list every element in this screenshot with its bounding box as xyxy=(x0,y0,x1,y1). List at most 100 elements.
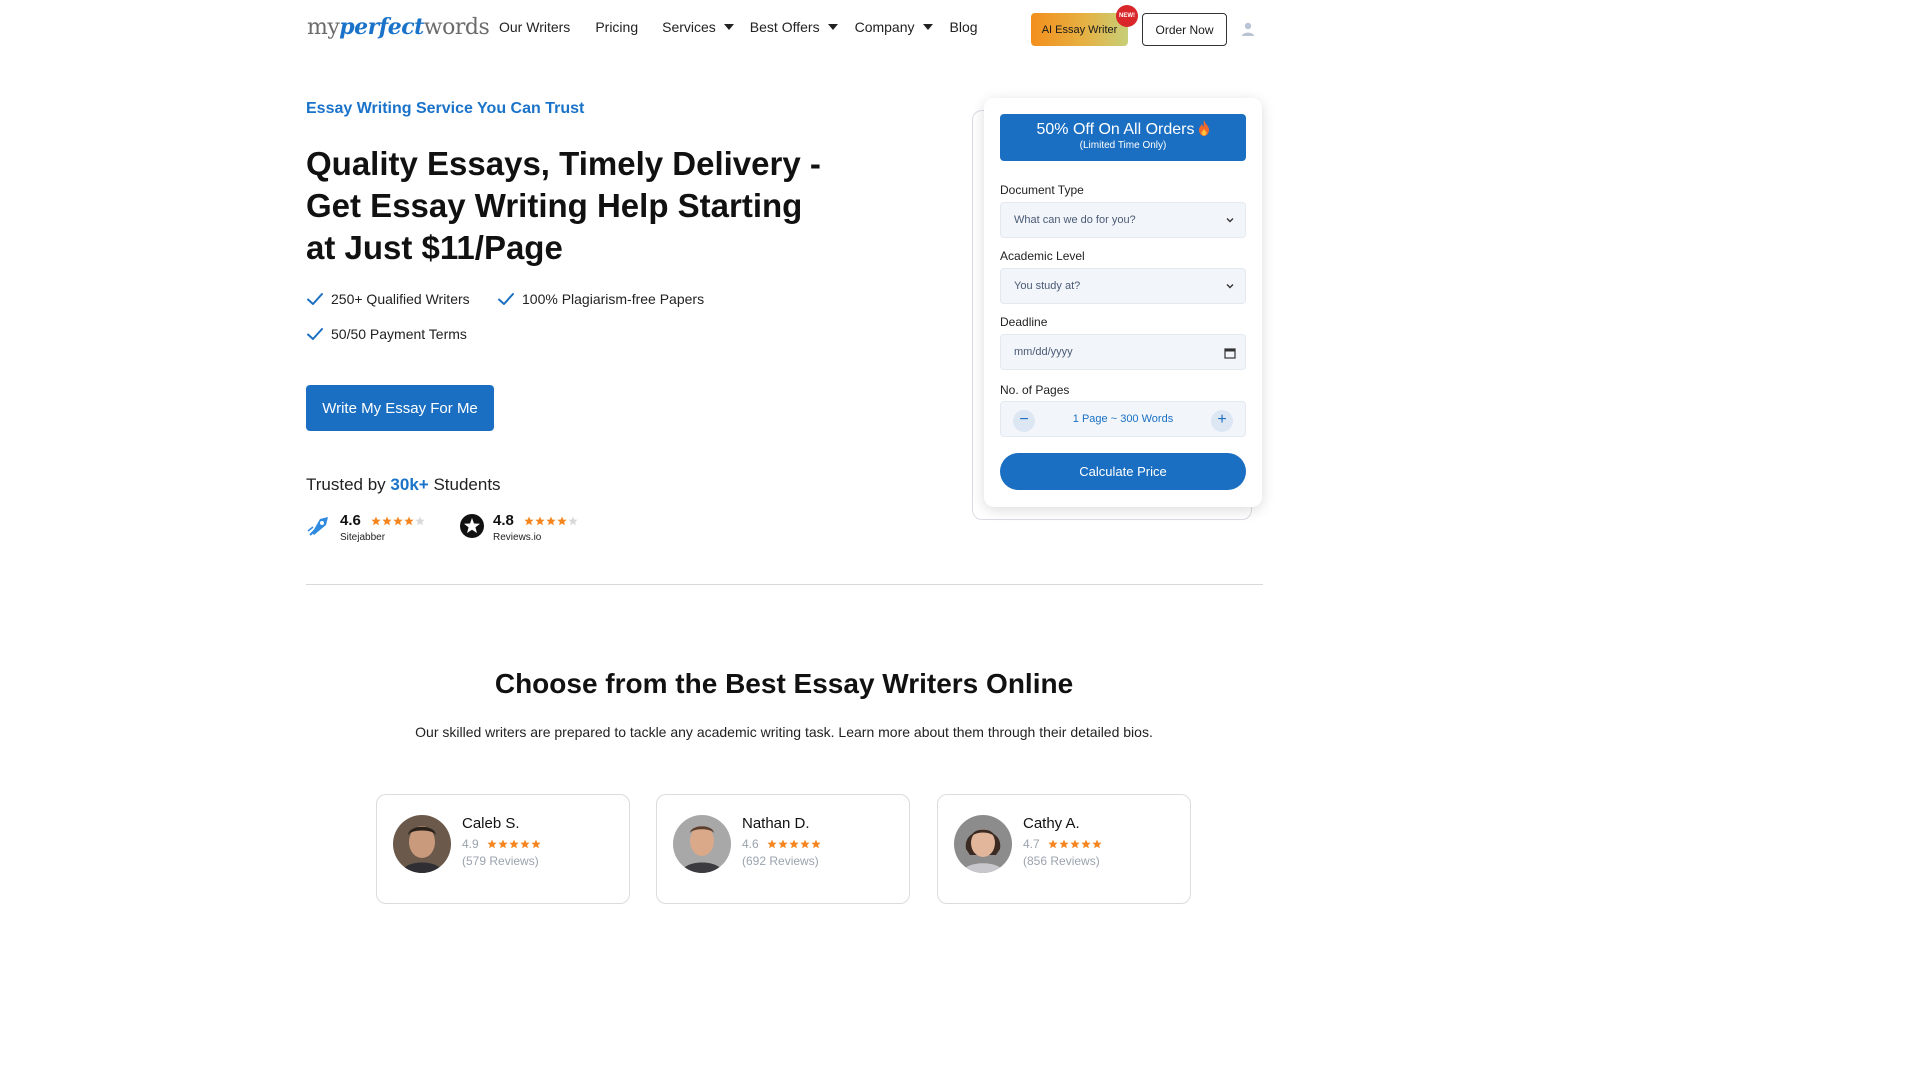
check-icon xyxy=(307,328,323,340)
writer-reviews: (692 Reviews) xyxy=(742,854,819,868)
user-icon[interactable] xyxy=(1240,21,1256,37)
chevron-down-icon xyxy=(1226,284,1234,289)
star-icon xyxy=(415,516,425,526)
writer-card[interactable]: Nathan D. 4.6 (692 Reviews) xyxy=(656,794,910,904)
section-divider xyxy=(306,584,1263,585)
star-rating xyxy=(371,516,425,526)
writer-avatar xyxy=(673,815,731,873)
site-logo[interactable]: my perfect words xyxy=(307,14,490,40)
star-icon xyxy=(509,839,519,849)
star-icon xyxy=(767,839,777,849)
star-rating xyxy=(1048,839,1102,849)
pages-label: No. of Pages xyxy=(1000,383,1070,397)
academic-level-label: Academic Level xyxy=(1000,249,1085,263)
sitejabber-icon xyxy=(307,517,328,536)
rating-source: Reviews.io xyxy=(493,532,542,543)
star-icon xyxy=(535,516,545,526)
star-icon xyxy=(487,839,497,849)
rating-reviews-io[interactable]: 4.8 Reviews.io xyxy=(459,512,578,543)
new-badge: NEW! xyxy=(1116,5,1138,27)
writer-rating: 4.6 xyxy=(742,837,821,851)
feature-item: 100% Plagiarism-free Papers xyxy=(497,290,704,308)
rating-score: 4.8 xyxy=(493,512,514,529)
star-icon xyxy=(520,839,530,849)
calendar-icon[interactable] xyxy=(1224,347,1236,359)
star-icon xyxy=(531,839,541,849)
calculate-price-button[interactable]: Calculate Price xyxy=(1000,453,1246,490)
trusted-by-text: Trusted by 30k+ Students xyxy=(306,475,501,494)
star-icon xyxy=(1092,839,1102,849)
site-header: my perfect words Our Writers Pricing Servi… xyxy=(0,0,1568,58)
star-icon xyxy=(557,516,567,526)
nav-company[interactable]: Company xyxy=(855,19,933,35)
star-icon xyxy=(568,516,578,526)
document-type-select[interactable]: What can we do for you? xyxy=(1000,202,1246,238)
star-rating xyxy=(767,839,821,849)
star-icon xyxy=(778,839,788,849)
writers-section-title: Choose from the Best Essay Writers Onlin… xyxy=(494,668,1074,699)
star-icon xyxy=(393,516,403,526)
pages-stepper: − 1 Page ~ 300 Words + xyxy=(1000,401,1246,437)
writer-card[interactable]: Cathy A. 4.7 (856 Reviews) xyxy=(937,794,1191,904)
feature-item: 250+ Qualified Writers xyxy=(306,290,470,308)
star-rating xyxy=(487,839,541,849)
writer-name: Nathan D. xyxy=(742,815,810,832)
nav-services[interactable]: Services xyxy=(662,19,734,35)
star-icon xyxy=(811,839,821,849)
increase-pages-button[interactable]: + xyxy=(1211,410,1233,432)
promo-title: 50% Off On All Orders xyxy=(1036,121,1195,138)
check-icon xyxy=(307,293,323,305)
price-calculator-card: 50% Off On All Orders (Limited Time Only… xyxy=(984,98,1262,507)
chevron-down-icon xyxy=(827,24,838,30)
academic-level-select[interactable]: You study at? xyxy=(1000,268,1246,304)
document-type-label: Document Type xyxy=(1000,183,1084,197)
star-icon xyxy=(800,839,810,849)
flame-icon xyxy=(1198,120,1209,136)
writer-avatar xyxy=(393,815,451,873)
feature-item: 50/50 Payment Terms xyxy=(306,325,467,343)
writer-reviews: (856 Reviews) xyxy=(1023,854,1100,868)
star-icon xyxy=(1081,839,1091,849)
rating-source: Sitejabber xyxy=(340,532,386,543)
pages-value: 1 Page ~ 300 Words xyxy=(1072,413,1174,425)
chevron-down-icon xyxy=(922,24,933,30)
logo-part-words: words xyxy=(423,15,490,40)
writer-name: Caleb S. xyxy=(462,815,520,832)
write-my-essay-button[interactable]: Write My Essay For Me xyxy=(306,385,494,431)
hero-eyebrow: Essay Writing Service You Can Trust xyxy=(306,100,585,117)
reviews-io-icon xyxy=(460,514,484,538)
hero-title: Quality Essays, Timely Delivery - Get Es… xyxy=(306,145,821,266)
writer-name: Cathy A. xyxy=(1023,815,1080,832)
star-icon xyxy=(1059,839,1069,849)
nav-our-writers[interactable]: Our Writers xyxy=(499,19,570,35)
star-icon xyxy=(382,516,392,526)
chevron-down-icon xyxy=(723,24,734,30)
nav-best-offers[interactable]: Best Offers xyxy=(750,19,838,35)
writer-avatar xyxy=(954,815,1012,873)
ai-essay-writer-button[interactable]: AI Essay Writer xyxy=(1031,13,1128,46)
order-now-button[interactable]: Order Now xyxy=(1142,13,1227,46)
nav-blog[interactable]: Blog xyxy=(950,19,978,35)
star-icon xyxy=(371,516,381,526)
rating-score: 4.6 xyxy=(340,512,361,529)
logo-part-my: my xyxy=(307,15,340,40)
deadline-label: Deadline xyxy=(1000,315,1048,329)
star-rating xyxy=(524,516,578,526)
rating-sitejabber[interactable]: 4.6 Sitejabber xyxy=(306,512,425,543)
deadline-date-input[interactable]: mm/dd/yyyy xyxy=(1000,334,1246,370)
chevron-down-icon xyxy=(1226,218,1234,223)
writer-rating: 4.9 xyxy=(462,837,541,851)
star-icon xyxy=(498,839,508,849)
star-icon xyxy=(1048,839,1058,849)
promo-subtitle: (Limited Time Only) xyxy=(1079,140,1167,151)
star-icon xyxy=(1070,839,1080,849)
logo-part-perfect: perfect xyxy=(339,14,424,40)
star-icon xyxy=(789,839,799,849)
main-nav: Our Writers Pricing Services Best Offers… xyxy=(499,19,978,35)
writer-reviews: (579 Reviews) xyxy=(462,854,539,868)
check-icon xyxy=(498,293,514,305)
writer-card[interactable]: Caleb S. 4.9 (579 Reviews) xyxy=(376,794,630,904)
nav-pricing[interactable]: Pricing xyxy=(595,19,638,35)
writers-section-subtitle: Our skilled writers are prepared to tack… xyxy=(415,724,1153,740)
promo-banner: 50% Off On All Orders (Limited Time Only… xyxy=(1000,114,1246,161)
